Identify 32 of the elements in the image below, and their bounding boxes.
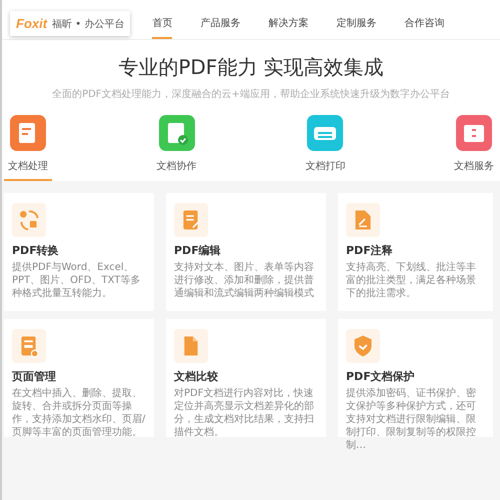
category-tab[interactable]: 文档处理 bbox=[4, 115, 52, 181]
category-tab[interactable]: 文档打印 bbox=[301, 115, 350, 181]
feature-icon bbox=[174, 329, 208, 363]
card-title: PDF转换 bbox=[12, 243, 60, 258]
logo-box[interactable]: Foxit 福昕 • 办公平台 bbox=[10, 11, 130, 36]
feature-icon bbox=[12, 329, 46, 363]
hero-subtitle: 全面的PDF文档处理能力，深度融合的云+端应用，帮助企业系统快速升级为数字办公平台 bbox=[51, 88, 451, 101]
category-tab[interactable]: 文档协作 bbox=[152, 115, 201, 181]
card-title: PDF文档保护 bbox=[346, 369, 416, 384]
feature-icon bbox=[346, 329, 380, 363]
nav-item[interactable]: 定制服务 bbox=[336, 8, 376, 39]
category-tab[interactable]: 文档服务 bbox=[450, 115, 498, 181]
card-description: 支持对文本、图片、表单等内容进行修改、添加和删除，提供普通编辑和流式编辑两种编辑模式 bbox=[174, 261, 315, 300]
card-description: 提供PDF与Word、Excel、PPT、图片、OFD、TXT等多种格式批量互转能力。 bbox=[12, 261, 142, 300]
logo: Foxit bbox=[16, 16, 48, 31]
nav-item[interactable]: 首页 bbox=[152, 8, 172, 39]
card-title: PDF编辑 bbox=[174, 243, 222, 258]
nav-item[interactable]: 合作咨询 bbox=[404, 8, 444, 39]
card-title: 页面管理 bbox=[12, 369, 57, 384]
feature-icon bbox=[12, 203, 46, 237]
card-description: 对PDF文档进行内容对比，快速定位并高亮显示文档差异化的部分，生成文档对比结果，支持扫描件文档。 bbox=[174, 387, 315, 439]
hero-title: 专业的PDF能力 实现高效集成 bbox=[117, 54, 385, 81]
brand-name: 福昕 • 办公平台 bbox=[52, 18, 124, 30]
card-title: PDF注释 bbox=[346, 243, 394, 258]
nav-item[interactable]: 产品服务 bbox=[200, 8, 240, 39]
card-description: 提供添加密码、证书保护、密文保护等多种保护方式，还可支持对文档进行限制编辑、限制打印、限制复制等的权限控制… bbox=[346, 387, 477, 452]
card-description: 支持高亮、下划线、批注等丰富的批注类型，满足各种场景下的批注需求。 bbox=[346, 261, 477, 300]
card-description: 在文档中插入、删除、提取、旋转、合并或拆分页面等操作，支持添加文档水印、页眉/页脚等丰富的页面管理功能。 bbox=[12, 387, 146, 439]
feature-icon bbox=[174, 203, 208, 237]
feature-icon bbox=[346, 203, 380, 237]
nav-item[interactable]: 解决方案 bbox=[268, 8, 308, 39]
card-title: 文档比较 bbox=[174, 369, 219, 384]
